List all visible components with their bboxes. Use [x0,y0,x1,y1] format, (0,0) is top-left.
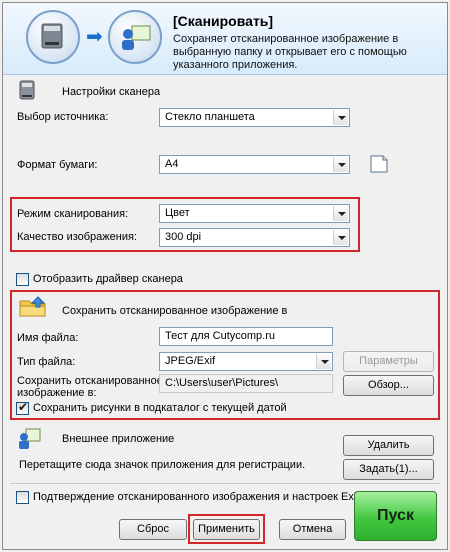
filename-input[interactable]: Тест для Cutycomp.ru [159,327,333,346]
subfolder-label: Сохранить рисунки в подкаталог с текущей… [33,402,287,414]
confirm-exif-label: Подтверждение отсканированного изображен… [33,491,360,503]
cancel-button[interactable]: Отмена [279,519,346,540]
arrow-right-icon: ➡ [86,26,103,48]
start-button[interactable]: Пуск [354,491,437,541]
show-driver-checkbox[interactable] [16,273,29,286]
quality-label: Качество изображения: [17,231,137,243]
checkmark-icon: ✔ [18,400,29,414]
folder-icon [18,295,48,322]
source-label: Выбор источника: [17,111,109,123]
scanner-icon [26,10,80,64]
paper-page-icon[interactable] [368,153,390,178]
scan-mode-value: Цвет [165,207,190,219]
save-to-label-line1: Сохранить отсканированное [17,375,163,387]
save-path-field: C:\Users\user\Pictures\ [159,374,333,393]
chevron-down-icon [333,157,348,172]
filetype-value: JPEG/Exif [165,355,216,367]
browse-button[interactable]: Обзор... [343,375,434,396]
divider [10,483,440,484]
paper-value: A4 [165,158,179,170]
scan-mode-select[interactable]: Цвет [159,204,350,223]
subfolder-checkbox[interactable]: ✔ [16,400,29,415]
external-app-icon [16,425,42,454]
save-to-label-line2: изображение в: [17,387,97,399]
application-icon [108,10,162,64]
show-driver-label: Отобразить драйвер сканера [33,273,183,285]
filetype-label: Тип файла: [17,356,76,368]
app-drop-zone[interactable]: Перетащите сюда значок приложения для ре… [13,455,340,475]
reset-button[interactable]: Сброс [119,519,187,540]
scanner-settings-icon [16,78,40,107]
banner-description: Сохраняет отсканированное изображение в … [173,33,407,71]
paper-label: Формат бумаги: [17,159,98,171]
chevron-down-icon [333,110,348,125]
scanner-settings-title: Настройки сканера [62,86,161,98]
external-app-title: Внешнее приложение [62,433,175,445]
filename-label: Имя файла: [17,332,79,344]
chevron-down-icon [316,354,331,369]
apply-button[interactable]: Применить [193,519,260,540]
scan-mode-label: Режим сканирования: [17,208,129,220]
source-select[interactable]: Стекло планшета [159,108,350,127]
quality-select[interactable]: 300 dpi [159,228,350,247]
banner-title: [Сканировать] [173,13,274,29]
pdf-params-button[interactable]: Параметры PDF... [343,351,434,386]
quality-value: 300 dpi [165,231,202,243]
delete-app-button[interactable]: Удалить [343,435,434,456]
set-app-button[interactable]: Задать(1)... [343,459,434,480]
drop-zone-hint: Перетащите сюда значок приложения для ре… [19,459,306,471]
chevron-down-icon [333,206,348,221]
confirm-exif-checkbox[interactable] [16,491,29,504]
paper-select[interactable]: A4 [159,155,350,174]
chevron-down-icon [333,230,348,245]
save-section-title: Сохранить отсканированное изображение в [62,305,288,317]
filetype-select[interactable]: JPEG/Exif [159,352,333,371]
source-value: Стекло планшета [165,111,255,123]
